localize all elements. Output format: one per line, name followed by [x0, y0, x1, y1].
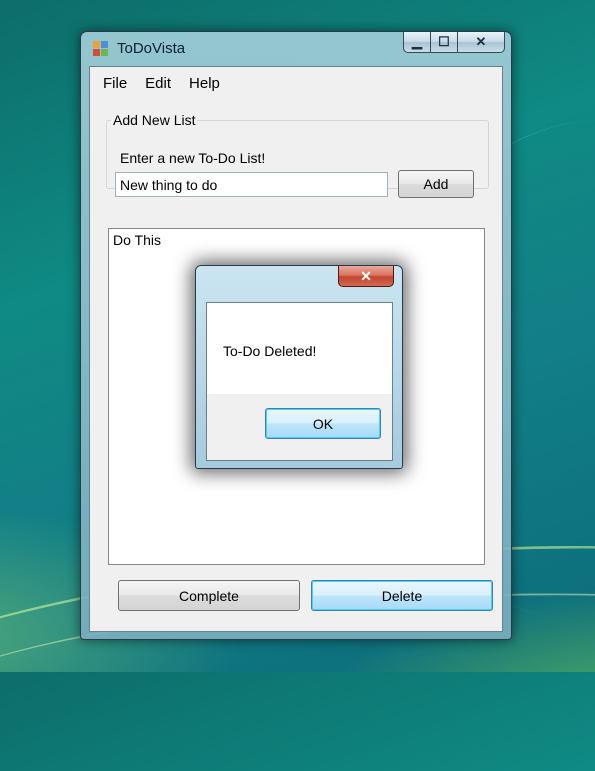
dialog-client-area: To-Do Deleted! OK: [206, 302, 393, 461]
maximize-icon: ☐: [438, 34, 450, 49]
list-item[interactable]: Do This: [109, 229, 484, 251]
add-button[interactable]: Add: [398, 170, 474, 198]
close-icon: ✕: [360, 267, 372, 284]
menu-bar: File Edit Help: [90, 67, 502, 99]
menu-help[interactable]: Help: [180, 75, 229, 92]
caption-buttons: ▁ ☐ ✕: [403, 32, 505, 54]
window-title: ToDoVista: [117, 40, 186, 57]
minimize-button[interactable]: ▁: [403, 32, 431, 53]
dialog-footer: OK: [207, 394, 392, 460]
dialog-close-button[interactable]: ✕: [338, 266, 394, 287]
app-icon: [93, 41, 109, 57]
minimize-icon: ▁: [412, 34, 422, 49]
delete-button[interactable]: Delete: [311, 580, 493, 611]
close-button[interactable]: ✕: [458, 32, 505, 53]
add-new-list-group: Add New List Enter a new To-Do List! Add: [106, 112, 489, 198]
menu-file[interactable]: File: [94, 75, 136, 92]
complete-button[interactable]: Complete: [118, 580, 300, 611]
maximize-button[interactable]: ☐: [431, 32, 458, 53]
title-bar[interactable]: ToDoVista ▁ ☐ ✕: [81, 32, 511, 64]
message-dialog: ✕ To-Do Deleted! OK: [195, 265, 403, 469]
close-icon: ✕: [475, 34, 487, 49]
add-prompt-label: Enter a new To-Do List!: [120, 150, 266, 166]
new-todo-input[interactable]: [115, 172, 388, 197]
dialog-message: To-Do Deleted!: [223, 343, 317, 359]
group-legend: Add New List: [113, 112, 196, 128]
ok-button[interactable]: OK: [265, 408, 381, 439]
menu-edit[interactable]: Edit: [136, 75, 180, 92]
